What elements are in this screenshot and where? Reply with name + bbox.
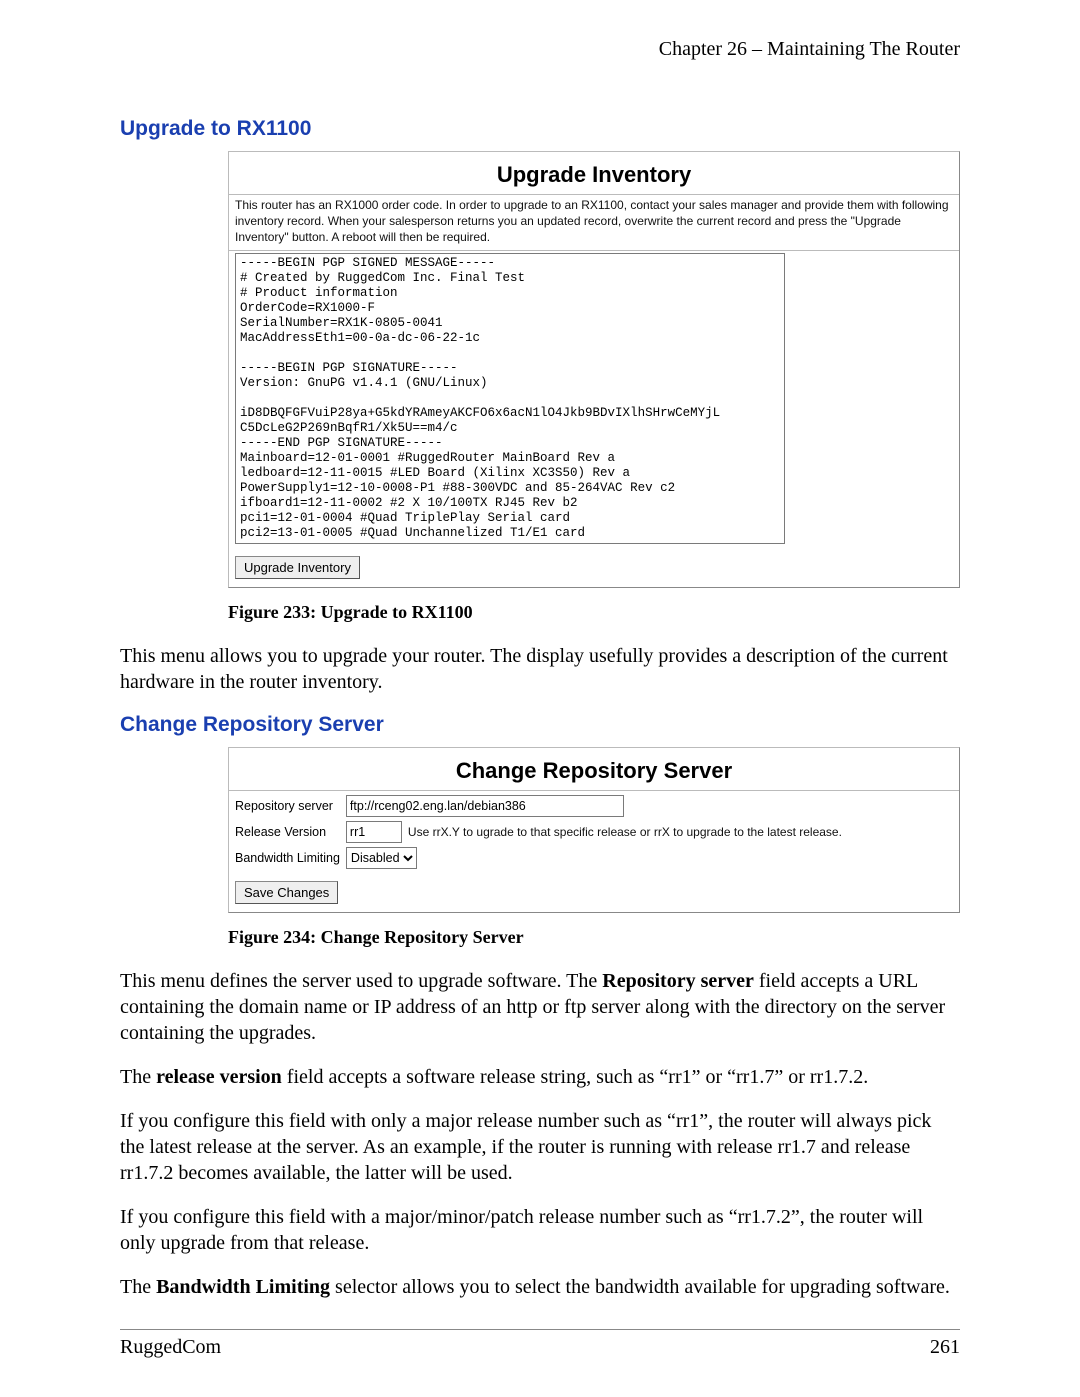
- footer-page-number: 261: [930, 1336, 960, 1359]
- divider: [229, 790, 959, 791]
- figure-233-caption: Figure 233: Upgrade to RX1100: [228, 602, 960, 623]
- release-version-hint: Use rrX.Y to ugrade to that specific rel…: [408, 819, 848, 845]
- section2-p3: If you configure this field with only a …: [120, 1108, 960, 1186]
- save-changes-button[interactable]: Save Changes: [235, 881, 338, 904]
- release-version-input[interactable]: [346, 821, 402, 843]
- bandwidth-limiting-select[interactable]: Disabled: [346, 847, 417, 869]
- repo-server-label: Repository server: [235, 793, 346, 819]
- divider: [229, 250, 959, 251]
- release-version-label: Release Version: [235, 819, 346, 845]
- repo-server-input[interactable]: [346, 795, 624, 817]
- change-repo-panel: Change Repository Server Repository serv…: [228, 747, 960, 913]
- upgrade-inventory-desc: This router has an RX1000 order code. In…: [229, 195, 959, 250]
- section2-p4: If you configure this field with a major…: [120, 1204, 960, 1256]
- page-footer: RuggedCom 261: [120, 1329, 960, 1359]
- section-upgrade-heading: Upgrade to RX1100: [120, 117, 960, 141]
- upgrade-inventory-button[interactable]: Upgrade Inventory: [235, 556, 360, 579]
- upgrade-inventory-panel: Upgrade Inventory This router has an RX1…: [228, 151, 960, 588]
- bandwidth-limiting-label: Bandwidth Limiting: [235, 845, 346, 871]
- figure-234-caption: Figure 234: Change Repository Server: [228, 927, 960, 948]
- upgrade-inventory-title: Upgrade Inventory: [229, 152, 959, 194]
- inventory-textarea[interactable]: -----BEGIN PGP SIGNED MESSAGE----- # Cre…: [235, 253, 785, 544]
- section-change-repo-heading: Change Repository Server: [120, 713, 960, 737]
- change-repo-title: Change Repository Server: [229, 748, 959, 790]
- chapter-header: Chapter 26 – Maintaining The Router: [120, 38, 960, 61]
- footer-brand: RuggedCom: [120, 1336, 221, 1359]
- section2-p5: The Bandwidth Limiting selector allows y…: [120, 1274, 960, 1300]
- section2-p1: This menu defines the server used to upg…: [120, 968, 960, 1046]
- change-repo-form: Repository server Release Version Use rr…: [235, 793, 848, 871]
- section2-p2: The release version field accepts a soft…: [120, 1064, 960, 1090]
- section1-body: This menu allows you to upgrade your rou…: [120, 643, 960, 695]
